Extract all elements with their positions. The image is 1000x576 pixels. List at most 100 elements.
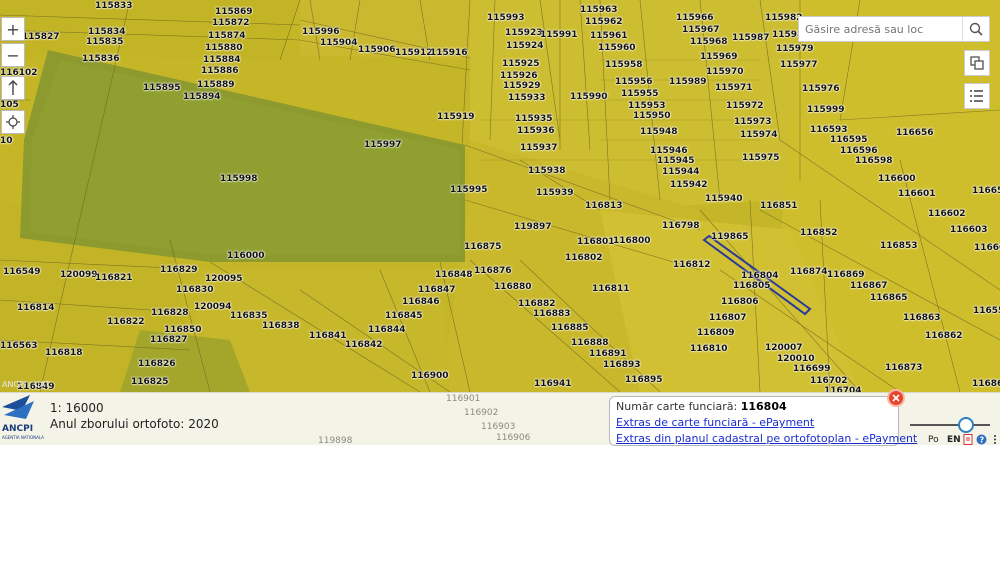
parcel-label[interactable]: 116885	[551, 323, 589, 333]
parcel-label[interactable]: 116822	[107, 317, 145, 327]
parcel-label[interactable]: 116802	[565, 253, 603, 263]
parcel-label[interactable]: 115937	[520, 143, 558, 153]
parcel-label[interactable]: 116818	[45, 348, 83, 358]
parcel-label[interactable]: 116595	[830, 135, 868, 145]
parcel-label[interactable]: 115834	[88, 27, 126, 37]
parcel-label[interactable]: 115933	[508, 93, 546, 103]
parcel-label[interactable]: 116941	[534, 379, 572, 389]
parcel-label[interactable]: 115955	[621, 89, 659, 99]
parcel-label[interactable]: 115971	[715, 83, 753, 93]
parcel-label[interactable]: 116853	[880, 241, 918, 251]
parcel-label[interactable]: 116880	[494, 282, 532, 292]
parcel-label[interactable]: 115967	[682, 25, 720, 35]
zoom-in-button[interactable]: +	[1, 17, 25, 41]
parcel-label[interactable]: 115944	[662, 167, 700, 177]
parcel-label[interactable]: 115982	[765, 13, 803, 23]
parcel-label[interactable]: 115950	[633, 111, 671, 121]
parcel-label[interactable]: 116863	[903, 313, 941, 323]
parcel-label[interactable]: 116806	[721, 297, 759, 307]
parcel-label[interactable]: 116873	[885, 363, 923, 373]
parcel-label[interactable]: 115886	[201, 66, 239, 76]
parcel-label[interactable]: 115973	[734, 117, 772, 127]
extract-cadastral-plan-link[interactable]: Extras din planul cadastral pe ortofotop…	[616, 431, 917, 447]
parcel-label[interactable]: 116602	[928, 209, 966, 219]
parcel-label[interactable]: 115939	[536, 188, 574, 198]
parcel-label[interactable]: 115993	[487, 13, 525, 23]
parcel-label[interactable]: 115945	[657, 156, 695, 166]
parcel-label[interactable]: 115919	[437, 112, 475, 122]
parcel-label[interactable]: 115960	[598, 43, 636, 53]
parcel-label[interactable]: 115827	[22, 32, 60, 42]
parcel-label[interactable]: 11686	[972, 379, 1000, 389]
parcel-label[interactable]: 115961	[590, 31, 628, 41]
parcel-label[interactable]: 116865	[870, 293, 908, 303]
parcel-label[interactable]: 115894	[183, 92, 221, 102]
address-search[interactable]	[798, 16, 990, 42]
parcel-label[interactable]: 120095	[205, 274, 243, 284]
parcel-label[interactable]: 116825	[131, 377, 169, 387]
parcel-label[interactable]: 115998	[220, 174, 258, 184]
parcel-label[interactable]: 115968	[690, 37, 728, 47]
parcel-label[interactable]: 116842	[345, 340, 383, 350]
parcel-label[interactable]: 116827	[150, 335, 188, 345]
parcel-label[interactable]: 115929	[503, 81, 541, 91]
parcel-label[interactable]: 115906	[358, 45, 396, 55]
parcel-label[interactable]: 115924	[506, 41, 544, 51]
parcel-label[interactable]: 119865	[711, 232, 749, 242]
parcel-label[interactable]: 116804	[741, 271, 779, 281]
parcel-label[interactable]: 115926	[500, 71, 538, 81]
parcel-label[interactable]: 116810	[690, 344, 728, 354]
parcel-label[interactable]: 115979	[776, 44, 814, 54]
parcel-label[interactable]: 116841	[309, 331, 347, 341]
parcel-label[interactable]: 115975	[742, 153, 780, 163]
parcel-label[interactable]: 116847	[418, 285, 456, 295]
parcel-label[interactable]: 116549	[3, 267, 41, 277]
parcel-label[interactable]: 115936	[517, 126, 555, 136]
parcel-label[interactable]: 116844	[368, 325, 406, 335]
parcel-label[interactable]: 115836	[82, 54, 120, 64]
parcel-label[interactable]: 115916	[430, 48, 468, 58]
parcel-label[interactable]: 120010	[777, 354, 815, 364]
parcel-label[interactable]: 115977	[780, 60, 818, 70]
parcel-label[interactable]: 115976	[802, 84, 840, 94]
parcel-label[interactable]: 116876	[474, 266, 512, 276]
search-button[interactable]	[962, 17, 989, 41]
parcel-label[interactable]: 116867	[850, 281, 888, 291]
parcel-label[interactable]: 115990	[570, 92, 608, 102]
parcel-label[interactable]: 116900	[411, 371, 449, 381]
parcel-label[interactable]: 11660	[974, 243, 1000, 253]
parcel-label[interactable]: 10	[0, 136, 13, 146]
parcel-label[interactable]: 116596	[840, 146, 878, 156]
parcel-label[interactable]: 115884	[203, 55, 241, 65]
help-icon[interactable]: ?	[976, 434, 987, 448]
parcel-label[interactable]: 116699	[793, 364, 831, 374]
parcel-label[interactable]: 115996	[302, 27, 340, 37]
parcel-label[interactable]: 116893	[603, 360, 641, 370]
parcel-label[interactable]: 115942	[670, 180, 708, 190]
opacity-slider-track[interactable]	[910, 424, 990, 426]
parcel-label[interactable]: 116603	[950, 225, 988, 235]
parcel-label[interactable]: 115956	[615, 77, 653, 87]
parcel-label[interactable]: 116830	[176, 285, 214, 295]
opacity-slider-handle[interactable]	[958, 417, 974, 433]
parcel-label[interactable]: 116888	[571, 338, 609, 348]
parcel-label[interactable]: 115946	[650, 146, 688, 156]
parcel-label[interactable]: 116828	[151, 308, 189, 318]
parcel-label[interactable]: 116800	[613, 236, 651, 246]
parcel-label[interactable]: 115987	[732, 33, 770, 43]
locate-button[interactable]	[1, 110, 25, 134]
parcel-label[interactable]: 115948	[640, 127, 678, 137]
parcel-label[interactable]: 115974	[740, 130, 778, 140]
parcel-label[interactable]: 116809	[697, 328, 735, 338]
parcel-label[interactable]: 116554	[973, 306, 1000, 316]
map-view[interactable]: 115833 115869 115872 115834 115827 115835 1158…	[0, 0, 1000, 392]
parcel-label[interactable]: 116874	[790, 267, 828, 277]
search-input[interactable]	[799, 17, 962, 41]
parcel-label[interactable]: 116882	[518, 299, 556, 309]
parcel-label[interactable]: 116657	[972, 186, 1000, 196]
zoom-out-button[interactable]: −	[1, 43, 25, 67]
more-icon[interactable]	[992, 434, 998, 448]
parcel-label[interactable]: 116563	[0, 341, 38, 351]
parcel-label[interactable]: 115962	[585, 17, 623, 27]
parcel-label[interactable]: 116812	[673, 260, 711, 270]
